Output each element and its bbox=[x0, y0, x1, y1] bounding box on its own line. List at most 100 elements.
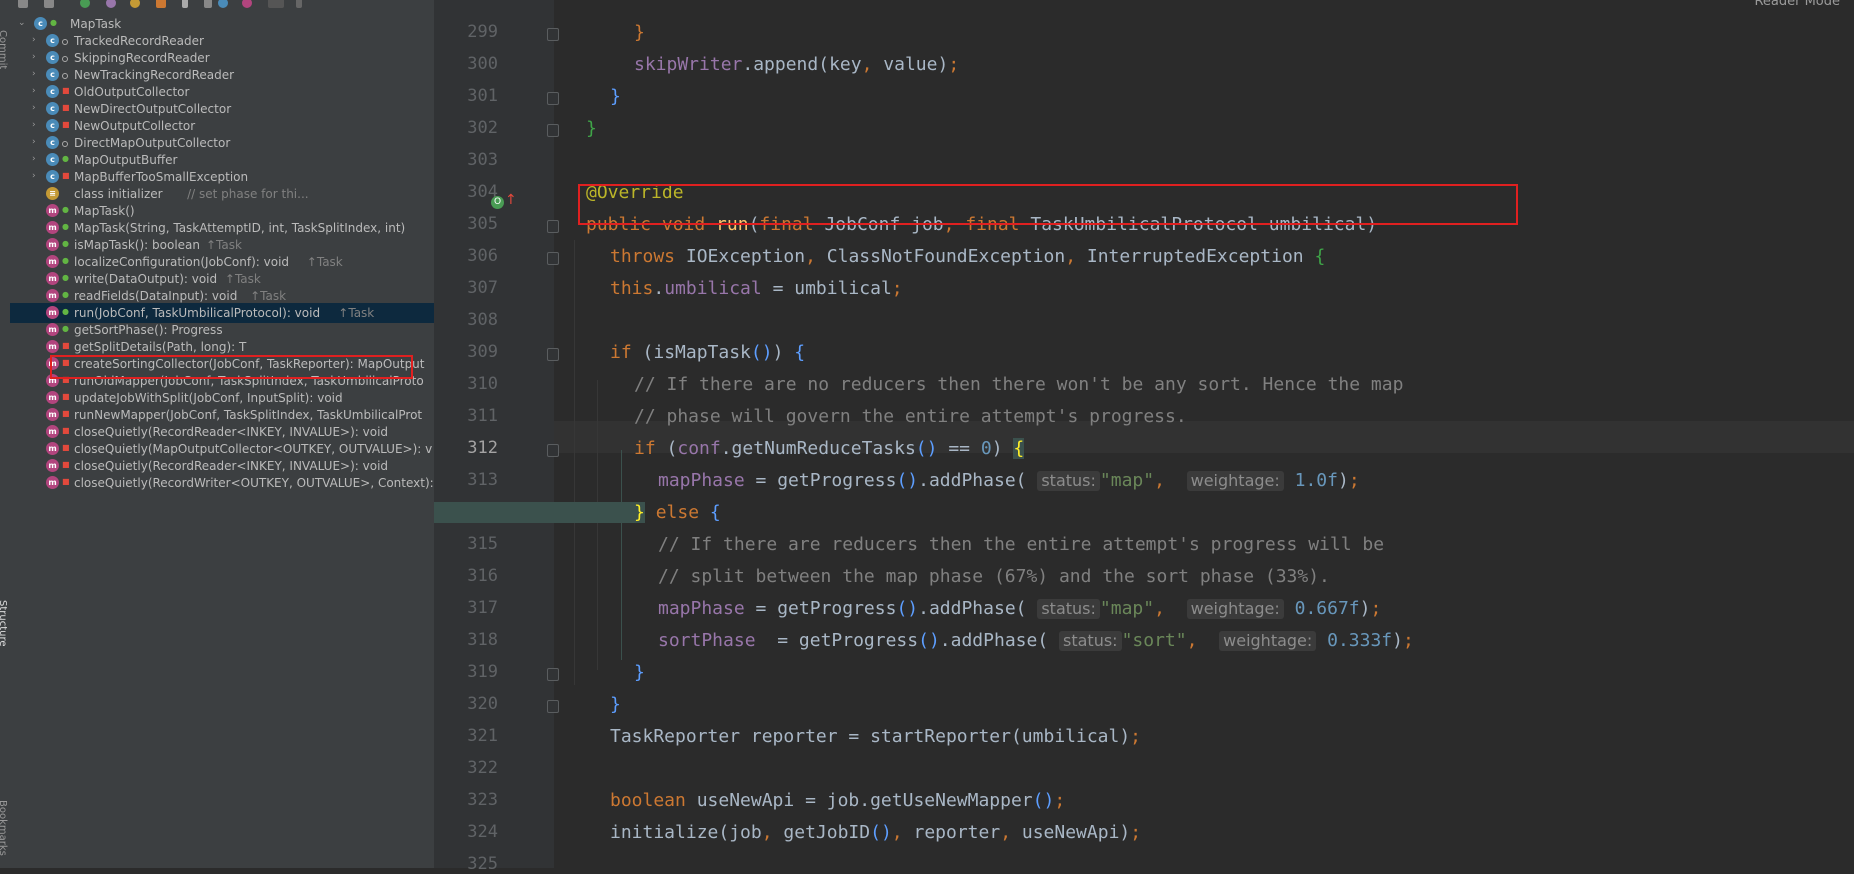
structure-item-label: closeQuietly(RecordReader<INKEY, INVALUE… bbox=[74, 459, 389, 473]
method-icon: m bbox=[46, 459, 59, 472]
chevron-right-icon[interactable]: › bbox=[32, 36, 40, 45]
structure-item-label: closeQuietly(RecordWriter<OUTKEY, OUTVAL… bbox=[74, 476, 434, 490]
line-number[interactable]: 325 bbox=[448, 854, 498, 874]
arrow-up-icon[interactable]: ↑ bbox=[505, 192, 517, 208]
chevron-down-icon[interactable]: ⌄ bbox=[18, 19, 26, 28]
chevron-right-icon[interactable]: › bbox=[32, 138, 40, 147]
highlight-box bbox=[50, 355, 413, 379]
structure-panel: ⌄ c ● MapTask › c TrackedRecordReader › c Ski… bbox=[10, 0, 434, 868]
sort-visibility-icon[interactable] bbox=[44, 0, 54, 8]
structure-item-label: getSortPhase(): Progress bbox=[74, 323, 223, 337]
code-line-312: if (conf.getNumReduceTasks() == 0) { bbox=[634, 438, 1025, 459]
code-line-316: // split between the map phase (67%) and… bbox=[658, 566, 1330, 587]
structure-item-label: MapOutputBuffer bbox=[74, 153, 178, 167]
method-icon: m bbox=[46, 204, 59, 217]
structure-toolbar bbox=[10, 0, 434, 10]
show-lambdas-icon[interactable] bbox=[182, 0, 188, 8]
structure-item-label: NewOutputCollector bbox=[74, 119, 196, 133]
autoscroll-icon[interactable] bbox=[218, 0, 228, 8]
public-visibility-icon: ● bbox=[62, 256, 69, 265]
structure-item-label: TrackedRecordReader bbox=[74, 34, 204, 48]
structure-item-label: write(DataOutput): void bbox=[74, 272, 218, 286]
bookmarks-tab[interactable]: Bookmarks bbox=[0, 800, 8, 856]
method-icon: m bbox=[46, 476, 59, 489]
code-line-324: initialize(job, getJobID(), reporter, us… bbox=[610, 822, 1142, 843]
method-icon: m bbox=[46, 306, 59, 319]
public-visibility-icon: ● bbox=[50, 18, 57, 27]
class-icon: c bbox=[46, 102, 59, 115]
package-visibility-icon bbox=[62, 56, 68, 62]
chevron-right-icon[interactable]: › bbox=[32, 155, 40, 164]
code-line-302: } bbox=[586, 118, 597, 139]
reader-mode-button[interactable]: Reader Mode bbox=[1754, 0, 1840, 9]
commit-tab[interactable]: Commit bbox=[0, 30, 8, 69]
method-icon: m bbox=[46, 425, 59, 438]
package-visibility-icon bbox=[62, 141, 68, 147]
structure-item-label: MapTask() bbox=[74, 204, 135, 218]
lock-icon: ■ bbox=[62, 426, 70, 435]
line-number[interactable]: 322 bbox=[448, 758, 498, 778]
structure-item-label: DirectMapOutputCollector bbox=[74, 136, 231, 150]
show-anonymous-icon[interactable] bbox=[156, 0, 166, 8]
chevron-right-icon[interactable]: › bbox=[32, 70, 40, 79]
class-icon: c bbox=[46, 153, 59, 166]
structure-item-label: OldOutputCollector bbox=[74, 85, 190, 99]
autoscroll-from-icon[interactable] bbox=[242, 0, 252, 8]
class-icon: c bbox=[34, 17, 47, 30]
code-line-307: this.umbilical = umbilical; bbox=[610, 278, 903, 299]
show-nonpublic-icon[interactable] bbox=[204, 0, 212, 8]
class-icon: c bbox=[46, 34, 59, 47]
expand-all-icon[interactable] bbox=[268, 0, 284, 8]
line-number[interactable]: 303 bbox=[448, 150, 498, 170]
code-line-320: } bbox=[610, 694, 621, 715]
class-icon: c bbox=[46, 136, 59, 149]
code-line-321: TaskReporter reporter = startReporter(um… bbox=[610, 726, 1142, 747]
code-line-306: throws IOException, ClassNotFoundExcepti… bbox=[610, 246, 1326, 267]
show-inherited-icon[interactable] bbox=[130, 0, 140, 8]
method-icon: m bbox=[46, 323, 59, 336]
lock-icon: ■ bbox=[62, 460, 70, 469]
lock-icon: ■ bbox=[62, 86, 70, 95]
code-line-315: // If there are reducers then the entire… bbox=[658, 534, 1385, 555]
structure-item-label: MapTask(String, TaskAttemptID, int, Task… bbox=[74, 221, 406, 235]
code-line-318: sortPhase = getProgress().addPhase( stat… bbox=[658, 630, 1414, 651]
show-properties-icon[interactable] bbox=[106, 0, 116, 8]
chevron-right-icon[interactable]: › bbox=[32, 53, 40, 62]
code-editor[interactable]: 299 300 301 302 303 304 305 306 307 308 309 310 311 3… bbox=[434, 0, 1854, 874]
structure-item-label: class initializer bbox=[74, 187, 163, 201]
structure-item-label: closeQuietly(MapOutputCollector<OUTKEY, … bbox=[74, 442, 433, 456]
structure-item-label: closeQuietly(RecordReader<INKEY, INVALUE… bbox=[74, 425, 389, 439]
method-icon: m bbox=[46, 221, 59, 234]
structure-item-note: ↑Task bbox=[338, 306, 375, 320]
param-hint-status: status: bbox=[1037, 471, 1100, 491]
public-visibility-icon: ● bbox=[62, 324, 69, 333]
lock-icon: ■ bbox=[62, 341, 70, 350]
code-line-309: if (isMapTask()) { bbox=[610, 342, 806, 363]
param-hint-weightage: weightage: bbox=[1186, 471, 1284, 491]
show-fields-icon[interactable] bbox=[80, 0, 90, 8]
structure-item-label: run(JobConf, TaskUmbilicalProtocol): voi… bbox=[74, 306, 321, 320]
sort-alpha-icon[interactable] bbox=[18, 0, 28, 8]
code-line-314: } else { bbox=[434, 502, 1854, 523]
chevron-right-icon[interactable]: › bbox=[32, 104, 40, 113]
param-hint-weightage: weightage: bbox=[1219, 631, 1317, 651]
structure-item-label: NewTrackingRecordReader bbox=[74, 68, 235, 82]
collapse-all-icon[interactable] bbox=[296, 0, 302, 8]
override-gutter-icon[interactable]: O bbox=[491, 196, 504, 209]
class-icon: c bbox=[46, 170, 59, 183]
structure-tab[interactable]: Structure bbox=[0, 600, 8, 647]
chevron-right-icon[interactable]: › bbox=[32, 87, 40, 96]
structure-item-note: ↑Task bbox=[224, 272, 261, 286]
chevron-right-icon[interactable]: › bbox=[32, 172, 40, 181]
class-icon: c bbox=[46, 119, 59, 132]
public-visibility-icon: ● bbox=[62, 205, 69, 214]
param-hint-status: status: bbox=[1059, 631, 1122, 651]
code-line-311: // phase will govern the entire attempt'… bbox=[634, 406, 1187, 427]
chevron-right-icon[interactable]: › bbox=[32, 121, 40, 130]
line-number[interactable]: 308 bbox=[448, 310, 498, 330]
structure-item-label: getSplitDetails(Path, long): T bbox=[74, 340, 247, 354]
structure-item[interactable]: m ■ closeQuietly(RecordWriter<OUTKEY, OUTV… bbox=[10, 473, 434, 493]
structure-item-label: SkippingRecordReader bbox=[74, 51, 210, 65]
structure-item-label: isMapTask(): boolean bbox=[74, 238, 201, 252]
public-visibility-icon: ● bbox=[62, 154, 69, 163]
